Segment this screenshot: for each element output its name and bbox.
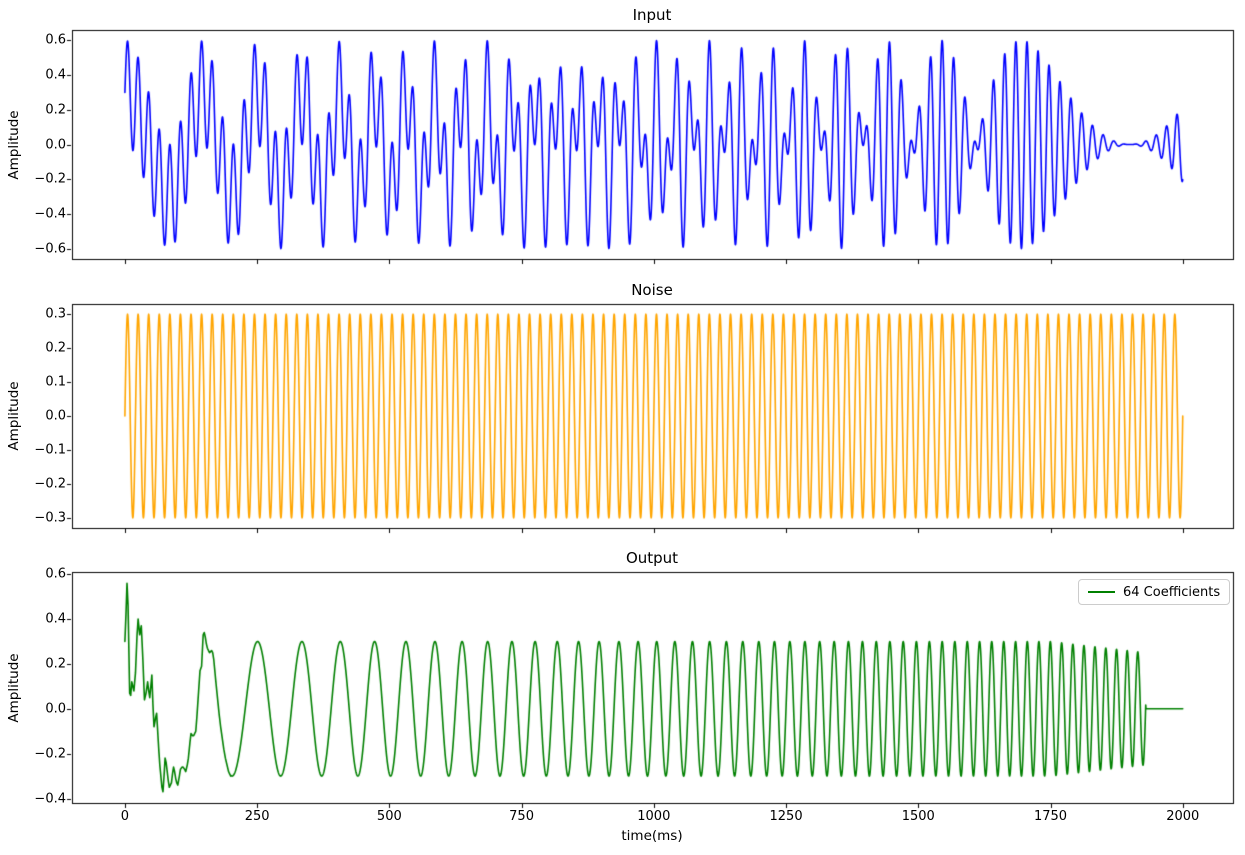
y-tick-label: −0.6 [34, 241, 66, 256]
y-tick-label: 0.3 [45, 307, 66, 322]
y-tick-label: 0.4 [45, 68, 66, 83]
x-tick-label: 250 [245, 809, 270, 824]
input-plot-title: Input [633, 6, 672, 24]
x-tick-label: 750 [509, 809, 534, 824]
y-tick-label: −0.4 [34, 206, 66, 221]
y-tick-label: 0.2 [45, 341, 66, 356]
plot-canvas [0, 0, 1245, 855]
y-tick-label: −0.2 [34, 476, 66, 491]
x-axis-label: time(ms) [621, 828, 682, 844]
output-plot-title: Output [626, 549, 678, 567]
y-tick-label: −0.2 [34, 172, 66, 187]
output-y-axis-label: Amplitude [6, 653, 22, 722]
noise-y-axis-label: Amplitude [6, 381, 22, 450]
x-tick-label: 1500 [902, 809, 935, 824]
input-y-axis-label: Amplitude [6, 110, 22, 179]
y-tick-label: 0.0 [45, 137, 66, 152]
legend-line-sample [1088, 591, 1115, 593]
y-tick-label: 0.2 [45, 102, 66, 117]
y-tick-label: 0.0 [45, 409, 66, 424]
y-tick-label: −0.1 [34, 442, 66, 457]
x-tick-label: 1750 [1034, 809, 1067, 824]
noise-plot-title: Noise [631, 281, 673, 299]
y-tick-label: 0.6 [45, 33, 66, 48]
x-tick-label: 0 [121, 809, 129, 824]
y-tick-label: −0.2 [34, 746, 66, 761]
y-tick-label: 0.1 [45, 375, 66, 390]
y-tick-label: 0.6 [45, 567, 66, 582]
y-tick-label: 0.0 [45, 701, 66, 716]
x-tick-label: 1250 [770, 809, 803, 824]
legend-label: 64 Coefficients [1123, 585, 1220, 600]
x-tick-label: 1000 [637, 809, 670, 824]
x-tick-label: 2000 [1166, 809, 1199, 824]
legend: 64 Coefficients [1078, 579, 1230, 605]
y-tick-label: −0.3 [34, 510, 66, 525]
y-tick-label: 0.4 [45, 612, 66, 627]
y-tick-label: 0.2 [45, 656, 66, 671]
figure: Input Noise Output Amplitude Amplitude A… [0, 0, 1245, 855]
y-tick-label: −0.4 [34, 791, 66, 806]
x-tick-label: 500 [377, 809, 402, 824]
